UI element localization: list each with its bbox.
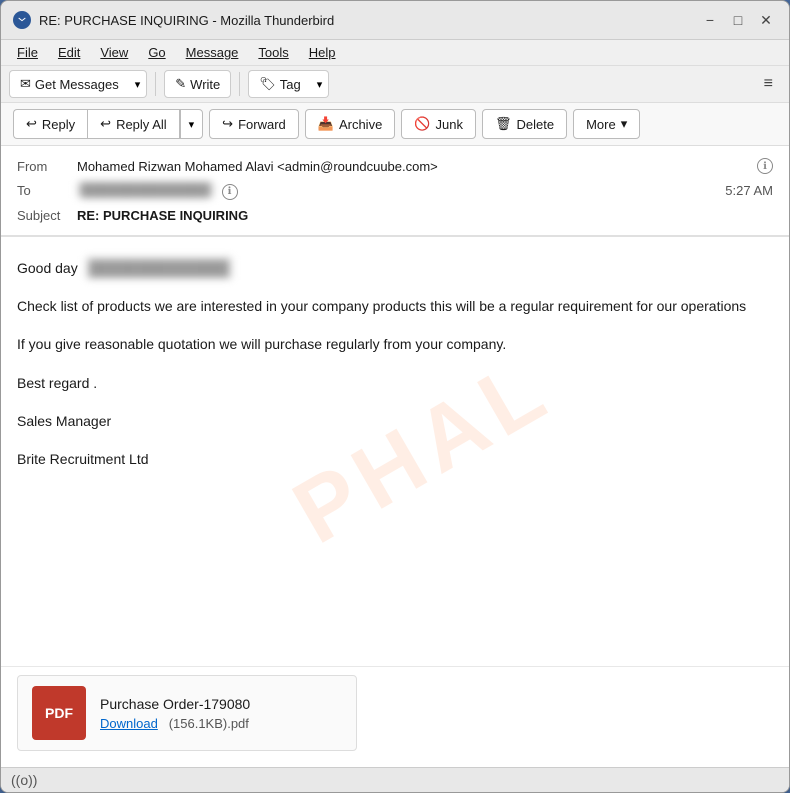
delete-icon: 🗑 bbox=[495, 116, 512, 132]
junk-button[interactable]: 🚫 Junk bbox=[401, 109, 476, 139]
pdf-icon: PDF bbox=[32, 686, 86, 740]
attachment-actions: Download (156.1KB).pdf bbox=[100, 716, 250, 731]
more-dropdown-icon: ▾ bbox=[621, 116, 628, 132]
attachment-area: PDF Purchase Order-179080 Download (156.… bbox=[1, 666, 789, 767]
get-messages-button[interactable]: ✉ Get Messages bbox=[9, 70, 129, 98]
greeting-text: Good day bbox=[17, 260, 78, 276]
wifi-icon: ((o)) bbox=[11, 772, 37, 788]
get-messages-dropdown[interactable]: ▾ bbox=[129, 70, 148, 98]
junk-label: Junk bbox=[436, 117, 463, 132]
write-button[interactable]: ✎ Write bbox=[164, 70, 231, 98]
body-paragraph-3: Best regard . bbox=[17, 372, 773, 394]
greeting-name: ██████████████ bbox=[86, 257, 233, 279]
reply-all-button[interactable]: ↩ Reply All bbox=[87, 109, 179, 139]
get-messages-group: ✉ Get Messages ▾ bbox=[9, 70, 147, 98]
archive-icon: 📥 bbox=[318, 116, 334, 132]
email-header: From Mohamed Rizwan Mohamed Alavi <admin… bbox=[1, 146, 789, 236]
menu-edit[interactable]: Edit bbox=[50, 42, 88, 63]
to-blurred: ██████████████ bbox=[77, 182, 214, 197]
title-bar: RE: PURCHASE INQUIRING - Mozilla Thunder… bbox=[1, 1, 789, 40]
delete-label: Delete bbox=[516, 117, 554, 132]
attachment-card: PDF Purchase Order-179080 Download (156.… bbox=[17, 675, 357, 751]
write-icon: ✎ bbox=[175, 76, 186, 92]
write-label: Write bbox=[190, 77, 220, 92]
menu-file[interactable]: File bbox=[9, 42, 46, 63]
from-label: From bbox=[17, 159, 77, 174]
more-label: More bbox=[586, 117, 616, 132]
maximize-button[interactable]: □ bbox=[727, 9, 749, 31]
forward-label: Forward bbox=[238, 117, 286, 132]
tag-icon: 🏷 bbox=[259, 76, 276, 92]
reply-label: Reply bbox=[42, 117, 75, 132]
menu-message[interactable]: Message bbox=[178, 42, 247, 63]
title-bar-left: RE: PURCHASE INQUIRING - Mozilla Thunder… bbox=[13, 11, 334, 29]
status-bar: ((o)) bbox=[1, 767, 789, 792]
to-info-icon[interactable]: ℹ bbox=[222, 184, 238, 200]
reply-all-icon: ↩ bbox=[100, 116, 111, 132]
email-time: 5:27 AM bbox=[725, 183, 773, 198]
junk-icon: 🚫 bbox=[414, 116, 430, 132]
minimize-button[interactable]: − bbox=[699, 9, 721, 31]
menu-view[interactable]: View bbox=[92, 42, 136, 63]
greeting-paragraph: Good day ██████████████ bbox=[17, 257, 773, 279]
reply-icon: ↩ bbox=[26, 116, 37, 132]
email-body: PHAL Good day ██████████████ Check list … bbox=[1, 237, 789, 667]
reply-dropdown[interactable]: ▾ bbox=[180, 109, 204, 139]
action-bar: ↩ Reply ↩ Reply All ▾ ↪ Forward 📥 Archiv… bbox=[1, 103, 789, 146]
forward-button[interactable]: ↪ Forward bbox=[209, 109, 299, 139]
tag-button[interactable]: 🏷 Tag bbox=[248, 70, 310, 98]
separator-2 bbox=[239, 72, 240, 96]
subject-label: Subject bbox=[17, 208, 77, 223]
reply-group: ↩ Reply ↩ Reply All ▾ bbox=[13, 109, 203, 139]
close-button[interactable]: ✕ bbox=[755, 9, 777, 31]
attachment-info: Purchase Order-179080 Download (156.1KB)… bbox=[100, 696, 250, 731]
tag-label: Tag bbox=[280, 77, 301, 92]
attachment-size: (156.1KB).pdf bbox=[161, 716, 248, 731]
delete-button[interactable]: 🗑 Delete bbox=[482, 109, 567, 139]
subject-value: RE: PURCHASE INQUIRING bbox=[77, 208, 773, 223]
menu-go[interactable]: Go bbox=[140, 42, 173, 63]
archive-button[interactable]: 📥 Archive bbox=[305, 109, 396, 139]
to-row: To ██████████████ ℹ 5:27 AM bbox=[17, 178, 773, 204]
from-value: Mohamed Rizwan Mohamed Alavi <admin@roun… bbox=[77, 159, 753, 174]
body-paragraph-2: If you give reasonable quotation we will… bbox=[17, 333, 773, 355]
toolbar: ✉ Get Messages ▾ ✎ Write 🏷 Tag ▾ ≡ bbox=[1, 66, 789, 103]
window-controls: − □ ✕ bbox=[699, 9, 777, 31]
hamburger-menu-button[interactable]: ≡ bbox=[756, 70, 781, 98]
app-window: RE: PURCHASE INQUIRING - Mozilla Thunder… bbox=[0, 0, 790, 793]
from-info-icon[interactable]: ℹ bbox=[757, 158, 773, 174]
more-button[interactable]: More ▾ bbox=[573, 109, 640, 139]
menu-help[interactable]: Help bbox=[301, 42, 344, 63]
window-title: RE: PURCHASE INQUIRING - Mozilla Thunder… bbox=[39, 13, 334, 28]
email-content: Good day ██████████████ Check list of pr… bbox=[17, 257, 773, 471]
subject-row: Subject RE: PURCHASE INQUIRING bbox=[17, 204, 773, 227]
body-paragraph-1: Check list of products we are interested… bbox=[17, 295, 773, 317]
reply-button[interactable]: ↩ Reply bbox=[13, 109, 87, 139]
attachment-filename: Purchase Order-179080 bbox=[100, 696, 250, 712]
archive-label: Archive bbox=[339, 117, 382, 132]
download-link[interactable]: Download bbox=[100, 716, 158, 731]
menu-tools[interactable]: Tools bbox=[250, 42, 296, 63]
signature-line-2: Brite Recruitment Ltd bbox=[17, 448, 773, 470]
forward-icon: ↪ bbox=[222, 116, 233, 132]
get-messages-label: Get Messages bbox=[35, 77, 119, 92]
tag-group: 🏷 Tag ▾ bbox=[248, 70, 329, 98]
from-row: From Mohamed Rizwan Mohamed Alavi <admin… bbox=[17, 154, 773, 178]
signature-line-1: Sales Manager bbox=[17, 410, 773, 432]
to-label: To bbox=[17, 183, 77, 198]
to-value: ██████████████ ℹ bbox=[77, 182, 725, 200]
separator-1 bbox=[155, 72, 156, 96]
more-group: More ▾ bbox=[573, 109, 640, 139]
get-messages-icon: ✉ bbox=[20, 76, 31, 92]
reply-all-label: Reply All bbox=[116, 117, 167, 132]
tag-dropdown[interactable]: ▾ bbox=[311, 70, 330, 98]
menu-bar: File Edit View Go Message Tools Help bbox=[1, 40, 789, 66]
app-icon bbox=[13, 11, 31, 29]
